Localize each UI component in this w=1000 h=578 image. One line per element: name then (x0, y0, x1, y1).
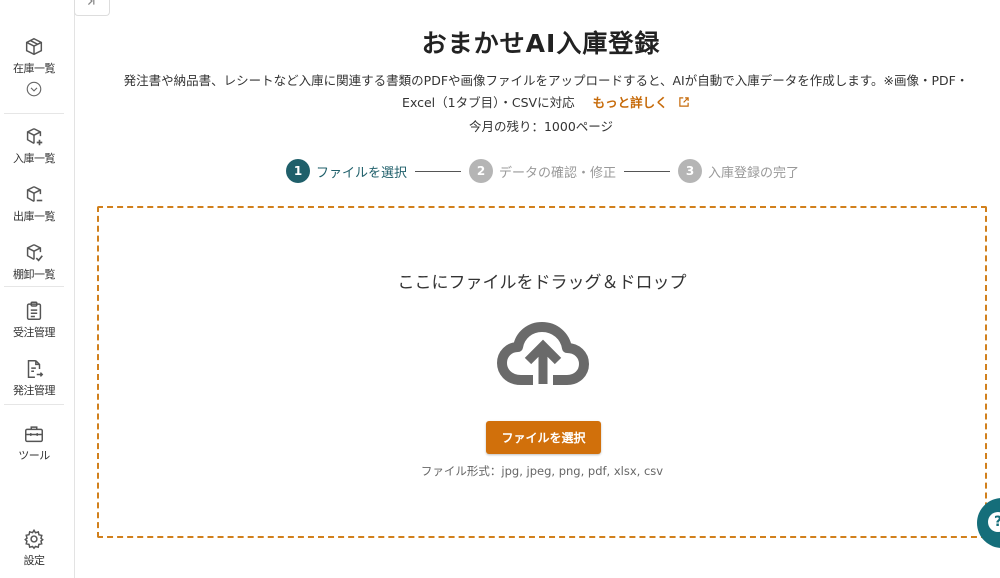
description-line-2-text: Excel（1タブ目）・CSVに対応 (402, 95, 575, 110)
sidebar-divider (4, 286, 64, 287)
step-connector (624, 170, 671, 172)
file-format-hint: ファイル形式：jpg, jpeg, png, pdf, xlsx, csv (420, 464, 664, 478)
box-minus-icon (26, 186, 43, 203)
step-number: 3 (678, 159, 703, 183)
cloud-upload-icon (497, 322, 589, 390)
sidebar-item-purchase-orders[interactable]: 発注管理 (0, 358, 68, 398)
main-content: おまかせAI入庫登録 発注書や納品書、レシートなど入庫に関連する書類のPDFや画… (76, 0, 1000, 578)
file-dropzone[interactable]: ここにファイルをドラッグ＆ドロップ ファイルを選択 ファイル形式：jpg, jp… (97, 206, 987, 538)
sidebar-item-label: 設定 (23, 554, 46, 567)
gear-icon (24, 528, 44, 550)
sidebar-item-label: 出庫一覧 (13, 210, 56, 223)
sidebar-item-label: 在庫一覧 (13, 62, 56, 75)
step-label: 入庫登録の完了 (708, 165, 800, 181)
sidebar-item-label: 発注管理 (13, 384, 56, 397)
remaining-pages: 今月の残り：1000ページ (468, 119, 614, 134)
step-select-file: 1 ファイルを選択 (286, 159, 407, 183)
step-review-data: 2 データの確認・修正 (469, 159, 616, 183)
step-complete: 3 入庫登録の完了 (678, 159, 799, 183)
learn-more-label: もっと詳しく (592, 95, 668, 110)
sidebar-item-shipping[interactable]: 出庫一覧 (0, 184, 68, 224)
dropzone-title: ここにファイルをドラッグ＆ドロップ (397, 273, 687, 293)
description-line-2: Excel（1タブ目）・CSVに対応 もっと詳しく (96, 92, 996, 114)
clipboard-icon (26, 301, 42, 320)
sidebar-item-label: 棚卸一覧 (13, 268, 56, 281)
document-arrow-icon (27, 360, 44, 378)
description-line-1: 発注書や納品書、レシートなど入庫に関連する書類のPDFや画像ファイルをアップロー… (123, 73, 969, 88)
step-number: 2 (469, 159, 494, 183)
step-label: ファイルを選択 (316, 165, 408, 181)
box-plus-icon (26, 128, 43, 146)
sidebar-divider (4, 404, 64, 405)
sidebar-item-receiving[interactable]: 入庫一覧 (0, 126, 68, 166)
sidebar: 在庫一覧 入庫一覧 出庫一覧 棚卸一覧 受注管理 発注管理 ツール 設定 (0, 0, 75, 578)
box-check-icon (26, 244, 43, 262)
page-title: おまかせAI入庫登録 (421, 29, 661, 58)
box-icon (25, 37, 43, 56)
external-link-icon (679, 97, 689, 107)
stepper: 1 ファイルを選択 2 データの確認・修正 3 入庫登録の完了 (286, 158, 799, 184)
sidebar-divider (4, 113, 64, 114)
sidebar-item-stocktake[interactable]: 棚卸一覧 (0, 242, 68, 282)
chevron-down-icon[interactable] (25, 80, 43, 98)
sidebar-item-label: ツール (18, 449, 50, 462)
step-number: 1 (286, 159, 310, 183)
sidebar-item-settings[interactable]: 設定 (0, 528, 68, 568)
learn-more-link[interactable]: もっと詳しく (593, 95, 690, 110)
toolbox-icon (25, 426, 43, 443)
help-icon: ? (988, 512, 1000, 532)
sidebar-item-orders[interactable]: 受注管理 (0, 300, 68, 340)
sidebar-item-tools[interactable]: ツール (0, 423, 68, 463)
sidebar-item-label: 受注管理 (13, 326, 56, 339)
sidebar-item-inventory[interactable]: 在庫一覧 (0, 36, 68, 98)
page-description: 発注書や納品書、レシートなど入庫に関連する書類のPDFや画像ファイルをアップロー… (96, 70, 996, 114)
select-file-button[interactable]: ファイルを選択 (486, 421, 601, 454)
step-connector (415, 170, 462, 172)
step-label: データの確認・修正 (499, 165, 617, 181)
sidebar-item-label: 入庫一覧 (13, 152, 56, 165)
